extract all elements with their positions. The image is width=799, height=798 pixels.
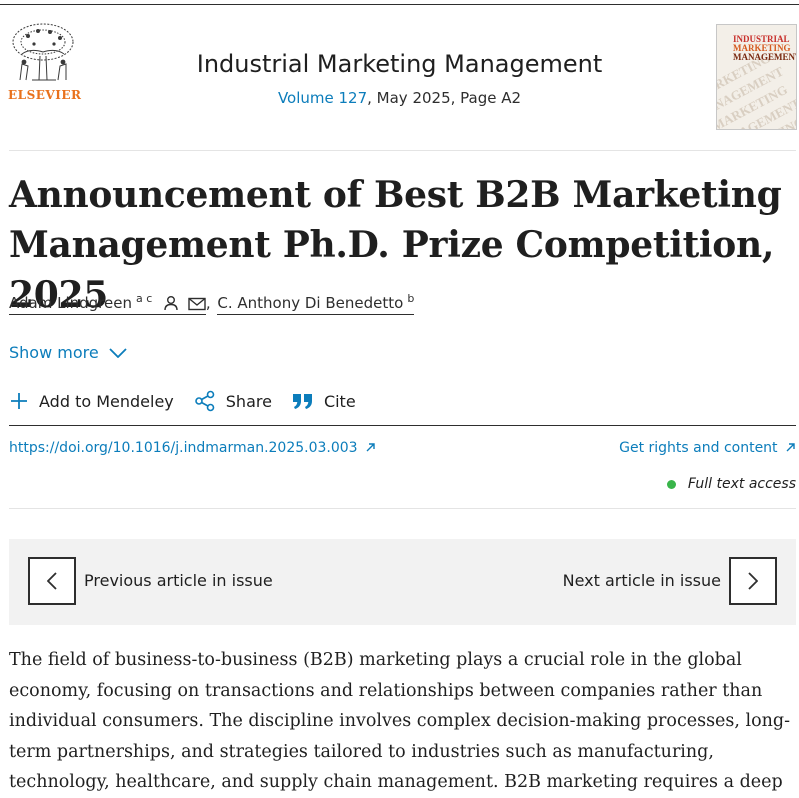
cover-title: INDUSTRIAL MARKETING MANAGEMENT (733, 34, 797, 62)
chevron-down-icon (109, 347, 127, 358)
person-icon (164, 296, 178, 311)
chevron-right-icon (748, 572, 758, 590)
issue-navigation: Previous article in issue Next article i… (9, 539, 796, 625)
author-affiliation: a c (135, 292, 153, 305)
body-line: term partnerships, and strategies tailor… (9, 741, 714, 762)
share-icon (194, 390, 215, 412)
previous-article-button[interactable] (28, 557, 76, 605)
body-line: The field of business-to-business (B2B) … (9, 650, 742, 670)
chevron-left-icon (47, 572, 57, 590)
get-rights-link[interactable]: Get rights and content (619, 440, 796, 456)
body-line: individual consumers. The discipline inv… (9, 711, 791, 732)
author-list: Adam Lindgreen a c , C. Anthony Di Benede… (9, 292, 415, 315)
journal-cover-image[interactable]: MARKETING MANAGEMENT MARKETING MANAGEMEN… (716, 24, 797, 130)
body-line: technology, healthcare, and supply chain… (9, 772, 783, 793)
access-status-dot-icon (666, 479, 676, 489)
quote-icon (292, 394, 312, 409)
next-article-button[interactable] (729, 557, 777, 605)
author-separator: , (205, 294, 211, 312)
external-link-icon (366, 443, 375, 452)
body-line: economy, focusing on transactions and re… (9, 680, 763, 701)
add-to-mendeley-button[interactable]: Add to Mendeley (9, 391, 174, 411)
external-link-icon (786, 443, 795, 452)
header-divider (9, 150, 796, 151)
share-button[interactable]: Share (194, 390, 272, 412)
plus-icon (11, 393, 27, 409)
meta-divider (9, 508, 796, 509)
volume-link[interactable]: Volume 127 (278, 89, 367, 107)
author-di-benedetto[interactable]: C. Anthony Di Benedetto b (217, 292, 415, 315)
author-lindgreen[interactable]: Adam Lindgreen a c (9, 292, 206, 315)
cite-button[interactable]: Cite (292, 392, 356, 411)
article-actions: Add to Mendeley Share Cite (9, 390, 376, 412)
next-article-link[interactable]: Next article in issue (563, 571, 721, 590)
previous-article-link[interactable]: Previous article in issue (84, 571, 273, 590)
journal-title[interactable]: Industrial Marketing Management (0, 50, 799, 78)
article-body: The field of business-to-business (B2B) … (9, 645, 791, 798)
issue-date-page: , May 2025, Page A2 (367, 89, 522, 107)
doi-link[interactable]: https://doi.org/10.1016/j.indmarman.2025… (9, 440, 376, 456)
journal-issue-info: Volume 127, May 2025, Page A2 (0, 89, 799, 107)
actions-divider (9, 425, 796, 426)
top-border (0, 4, 799, 5)
email-icon (188, 297, 206, 311)
author-affiliation: b (407, 292, 415, 305)
show-more-button[interactable]: Show more (9, 343, 127, 362)
access-status: Full text access (666, 476, 796, 492)
